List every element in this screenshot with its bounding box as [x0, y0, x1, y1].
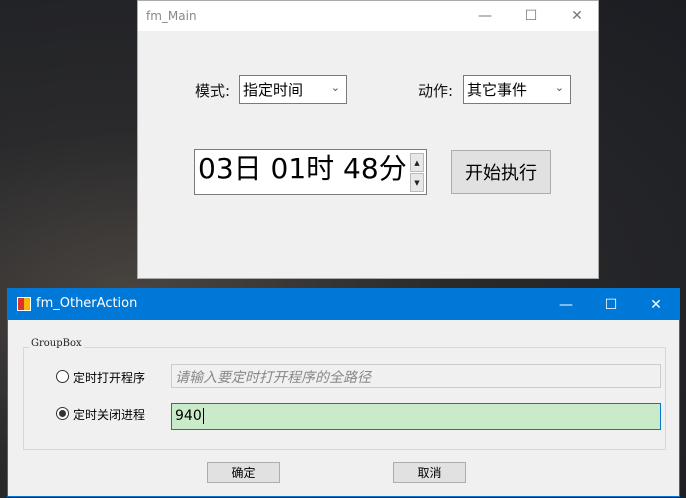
- start-button[interactable]: 开始执行: [451, 150, 551, 194]
- chevron-down-icon: ⌄: [330, 81, 340, 94]
- close-button[interactable]: ✕: [554, 1, 600, 31]
- main-window: fm_Main — ☐ ✕ 模式: 指定时间 ⌄ 动作: 其它事件 ⌄ 03日 …: [137, 0, 599, 279]
- ok-button[interactable]: 确定: [207, 462, 280, 483]
- cancel-button[interactable]: 取消: [393, 462, 466, 483]
- mode-value: 指定时间: [243, 81, 304, 99]
- window-title: fm_Main: [146, 9, 197, 23]
- title-bar[interactable]: fm_OtherAction — ☐ ✕: [8, 289, 679, 320]
- radio-close-process[interactable]: [56, 407, 69, 420]
- app-icon: [17, 297, 31, 311]
- radio-close-label[interactable]: 定时关闭进程: [73, 406, 145, 423]
- other-action-window: fm_OtherAction — ☐ ✕ GroupBox 定时打开程序 请输入…: [7, 288, 680, 497]
- action-value: 其它事件: [467, 81, 528, 99]
- program-path-input[interactable]: 请输入要定时打开程序的全路径: [171, 364, 661, 388]
- window-title: fm_OtherAction: [36, 296, 138, 311]
- time-picker[interactable]: 03日 01时 48分 ▲ ▼: [194, 149, 427, 195]
- groupbox: [23, 347, 666, 450]
- mode-select[interactable]: 指定时间 ⌄: [239, 75, 347, 104]
- time-value: 03日 01时 48分: [198, 152, 407, 185]
- process-id-value: 940: [175, 408, 204, 424]
- title-bar[interactable]: fm_Main — ☐ ✕: [138, 1, 598, 31]
- radio-open-label[interactable]: 定时打开程序: [73, 369, 145, 386]
- maximize-button[interactable]: ☐: [588, 289, 634, 320]
- radio-open-program[interactable]: [56, 370, 69, 383]
- chevron-down-icon: ⌄: [554, 81, 564, 94]
- groupbox-label: GroupBox: [29, 338, 84, 349]
- action-label: 动作:: [418, 82, 454, 100]
- maximize-button[interactable]: ☐: [508, 1, 554, 31]
- action-select[interactable]: 其它事件 ⌄: [463, 75, 571, 104]
- close-button[interactable]: ✕: [633, 289, 679, 320]
- minimize-button[interactable]: —: [543, 289, 589, 320]
- spin-down-button[interactable]: ▼: [410, 173, 424, 192]
- process-id-input[interactable]: 940: [171, 403, 661, 430]
- mode-label: 模式:: [195, 82, 231, 100]
- minimize-button[interactable]: —: [462, 1, 508, 31]
